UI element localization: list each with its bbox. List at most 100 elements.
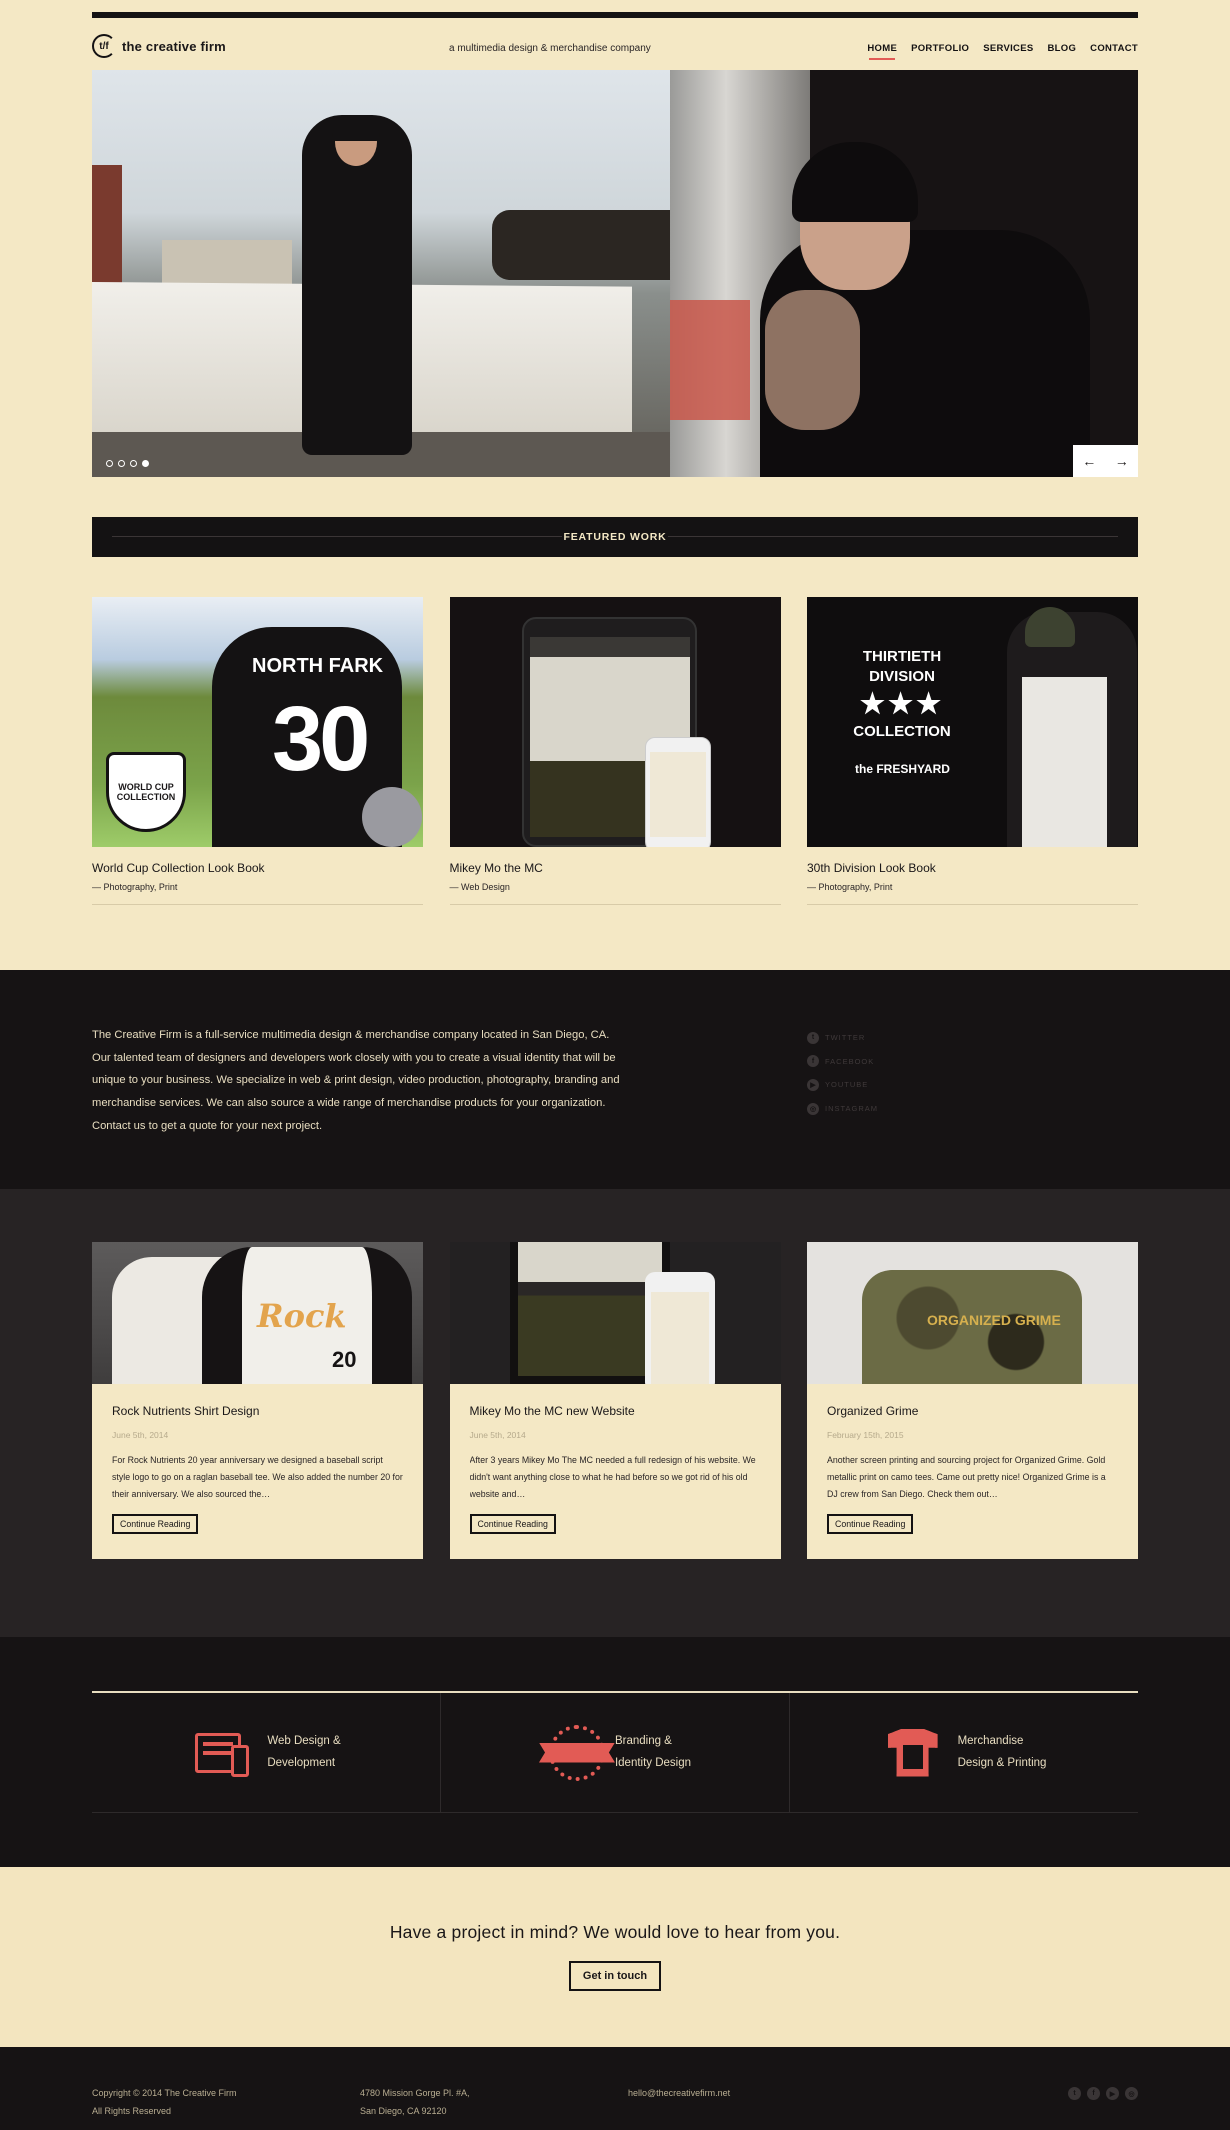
thirtieth-division-label: THIRTIETH DIVISION ★★★ COLLECTION bbox=[837, 647, 967, 742]
social-twitter[interactable]: t TWITTER bbox=[807, 1026, 878, 1050]
main-nav: HOME PORTFOLIO SERVICES BLOG CONTACT bbox=[867, 43, 1138, 60]
social-label: INSTAGRAM bbox=[825, 1104, 879, 1114]
social-facebook[interactable]: f FACEBOOK bbox=[807, 1050, 878, 1074]
phone-screen bbox=[650, 1292, 709, 1384]
hero-hand bbox=[765, 290, 860, 430]
page-header-wrap: t/f the creative firm a multimedia desig… bbox=[92, 12, 1138, 905]
continue-reading-button[interactable]: Continue Reading bbox=[112, 1514, 199, 1534]
nav-home[interactable]: HOME bbox=[867, 43, 897, 60]
hero-slider[interactable]: ← → bbox=[92, 70, 1138, 477]
slider-dot[interactable] bbox=[130, 460, 137, 467]
continue-reading-button[interactable]: Continue Reading bbox=[469, 1514, 556, 1534]
football-shape bbox=[362, 787, 422, 847]
footer-address: 4780 Mission Gorge Pl. #A, San Diego, CA… bbox=[360, 2085, 470, 2120]
instagram-icon[interactable]: ◎ bbox=[1125, 2087, 1138, 2100]
cta-title: Have a project in mind? We would love to… bbox=[389, 1922, 841, 1942]
work-title[interactable]: World Cup Collection Look Book bbox=[92, 861, 423, 875]
facebook-icon[interactable]: f bbox=[1087, 2087, 1100, 2100]
tee-number: 20 bbox=[332, 1347, 357, 1372]
work-thumb[interactable]: NORTH FARK 30 WORLD CUP COLLECTION bbox=[92, 597, 423, 847]
hero-train bbox=[492, 210, 670, 280]
work-category: — Photography, Print bbox=[807, 882, 1138, 892]
get-in-touch-button[interactable]: Get in touch bbox=[568, 1961, 662, 1991]
footer-email: hello@thecreativefirm.net bbox=[628, 2085, 730, 2103]
slider-dot[interactable] bbox=[106, 460, 113, 467]
service-merchandise[interactable]: Merchandise Design & Printing bbox=[790, 1693, 1138, 1812]
service-label: Merchandise Design & Printing bbox=[958, 1731, 1047, 1774]
twitter-icon[interactable]: t bbox=[1068, 2087, 1081, 2100]
dash: — bbox=[449, 882, 459, 892]
blog-card: ORGANIZED GRIME Organized Grime February… bbox=[807, 1242, 1138, 1559]
email-link[interactable]: hello@thecreativefirm.net bbox=[628, 2085, 730, 2103]
work-thumb[interactable] bbox=[449, 597, 781, 847]
site-header: t/f the creative firm a multimedia desig… bbox=[92, 18, 1138, 70]
blog-excerpt: Another screen printing and sourcing pro… bbox=[827, 1455, 1106, 1500]
blog-card: Mikey Mo the MC new Website June 5th, 20… bbox=[449, 1242, 781, 1559]
work-card[interactable]: Mikey Mo the MC — Web Design bbox=[449, 597, 781, 905]
tshirt-icon bbox=[882, 1725, 946, 1781]
service-branding[interactable]: Branding & Identity Design bbox=[441, 1693, 790, 1812]
nav-services[interactable]: SERVICES bbox=[983, 43, 1033, 54]
nav-blog[interactable]: BLOG bbox=[1048, 43, 1077, 54]
blog-thumb[interactable]: ORGANIZED GRIME bbox=[807, 1242, 1138, 1384]
white-tee-shape bbox=[1022, 677, 1107, 847]
nav-contact[interactable]: CONTACT bbox=[1090, 43, 1138, 54]
social-label: YOUTUBE bbox=[825, 1080, 869, 1090]
hero-fence bbox=[670, 300, 750, 420]
address-line-2: San Diego, CA 92120 bbox=[360, 2105, 447, 2116]
rights-text: All Rights Reserved bbox=[92, 2105, 172, 2116]
youtube-icon[interactable]: ▶ bbox=[1106, 2087, 1119, 2100]
work-category-text: Web Design bbox=[461, 882, 510, 892]
rock-script-logo: Rock bbox=[257, 1297, 347, 1335]
twitter-icon: t bbox=[807, 1031, 819, 1044]
youtube-icon: ▶ bbox=[807, 1078, 819, 1091]
label-line-2: COLLECTION bbox=[853, 723, 951, 741]
featured-work-band: FEATURED WORK bbox=[92, 517, 1138, 557]
blog-title[interactable]: Mikey Mo the MC new Website bbox=[470, 1404, 761, 1418]
slider-dot[interactable] bbox=[118, 460, 125, 467]
work-title[interactable]: 30th Division Look Book bbox=[807, 861, 1138, 875]
organized-grime-print: ORGANIZED GRIME bbox=[927, 1312, 1061, 1328]
featured-work-grid: NORTH FARK 30 WORLD CUP COLLECTION World… bbox=[92, 597, 1138, 905]
slider-dot-active[interactable] bbox=[142, 460, 149, 467]
nav-portfolio[interactable]: PORTFOLIO bbox=[911, 43, 969, 54]
blog-title[interactable]: Rock Nutrients Shirt Design bbox=[112, 1404, 403, 1418]
blog-section: Rock 20 Rock Nutrients Shirt Design June… bbox=[0, 1189, 1230, 1637]
label-line-1: THIRTIETH DIVISION bbox=[862, 648, 942, 685]
work-title[interactable]: Mikey Mo the MC bbox=[450, 861, 781, 875]
divider bbox=[449, 904, 781, 905]
blog-card: Rock 20 Rock Nutrients Shirt Design June… bbox=[92, 1242, 423, 1559]
work-category-text: Photography, Print bbox=[103, 882, 178, 892]
work-card[interactable]: NORTH FARK 30 WORLD CUP COLLECTION World… bbox=[92, 597, 423, 905]
blog-thumb[interactable] bbox=[449, 1242, 781, 1384]
social-instagram[interactable]: ◎ INSTAGRAM bbox=[807, 1097, 878, 1121]
blog-grid: Rock 20 Rock Nutrients Shirt Design June… bbox=[92, 1242, 1138, 1559]
blog-title[interactable]: Organized Grime bbox=[827, 1404, 1118, 1418]
services-section: Web Design & Development Branding & Iden… bbox=[0, 1637, 1230, 1867]
about-text: The Creative Firm is a full-service mult… bbox=[92, 1029, 620, 1132]
arrow-right-icon[interactable]: → bbox=[1115, 453, 1129, 469]
blog-date: June 5th, 2014 bbox=[112, 1430, 169, 1440]
continue-reading-button[interactable]: Continue Reading bbox=[827, 1514, 914, 1534]
stars-icon: ★★★ bbox=[859, 688, 945, 719]
world-cup-badge: WORLD CUP COLLECTION bbox=[106, 752, 186, 832]
copyright-text: Copyright © 2014 The Creative Firm bbox=[92, 2088, 237, 2098]
arrow-left-icon[interactable]: ← bbox=[1082, 453, 1096, 469]
service-line-2: Design & Printing bbox=[957, 1756, 1047, 1769]
blog-thumb[interactable]: Rock 20 bbox=[92, 1242, 423, 1384]
hero-hat bbox=[792, 142, 918, 222]
tagline: a multimedia design & merchandise compan… bbox=[449, 43, 651, 54]
footer-copyright: Copyright © 2014 The Creative Firm All R… bbox=[92, 2085, 237, 2120]
service-line-1: Web Design & bbox=[267, 1735, 341, 1748]
blog-date: February 15th, 2015 bbox=[827, 1430, 904, 1440]
hero-photo-left bbox=[92, 70, 670, 477]
service-label: Web Design & Development bbox=[267, 1731, 340, 1774]
work-card[interactable]: THIRTIETH DIVISION ★★★ COLLECTION the FR… bbox=[807, 597, 1138, 905]
service-line-2: Identity Design bbox=[614, 1756, 692, 1769]
hero-person bbox=[302, 115, 412, 455]
work-thumb[interactable]: THIRTIETH DIVISION ★★★ COLLECTION the FR… bbox=[807, 597, 1138, 847]
slider-dots bbox=[106, 460, 149, 467]
service-web-design[interactable]: Web Design & Development bbox=[92, 1693, 441, 1812]
social-youtube[interactable]: ▶ YOUTUBE bbox=[807, 1073, 878, 1097]
logo[interactable]: t/f the creative firm bbox=[92, 34, 226, 58]
